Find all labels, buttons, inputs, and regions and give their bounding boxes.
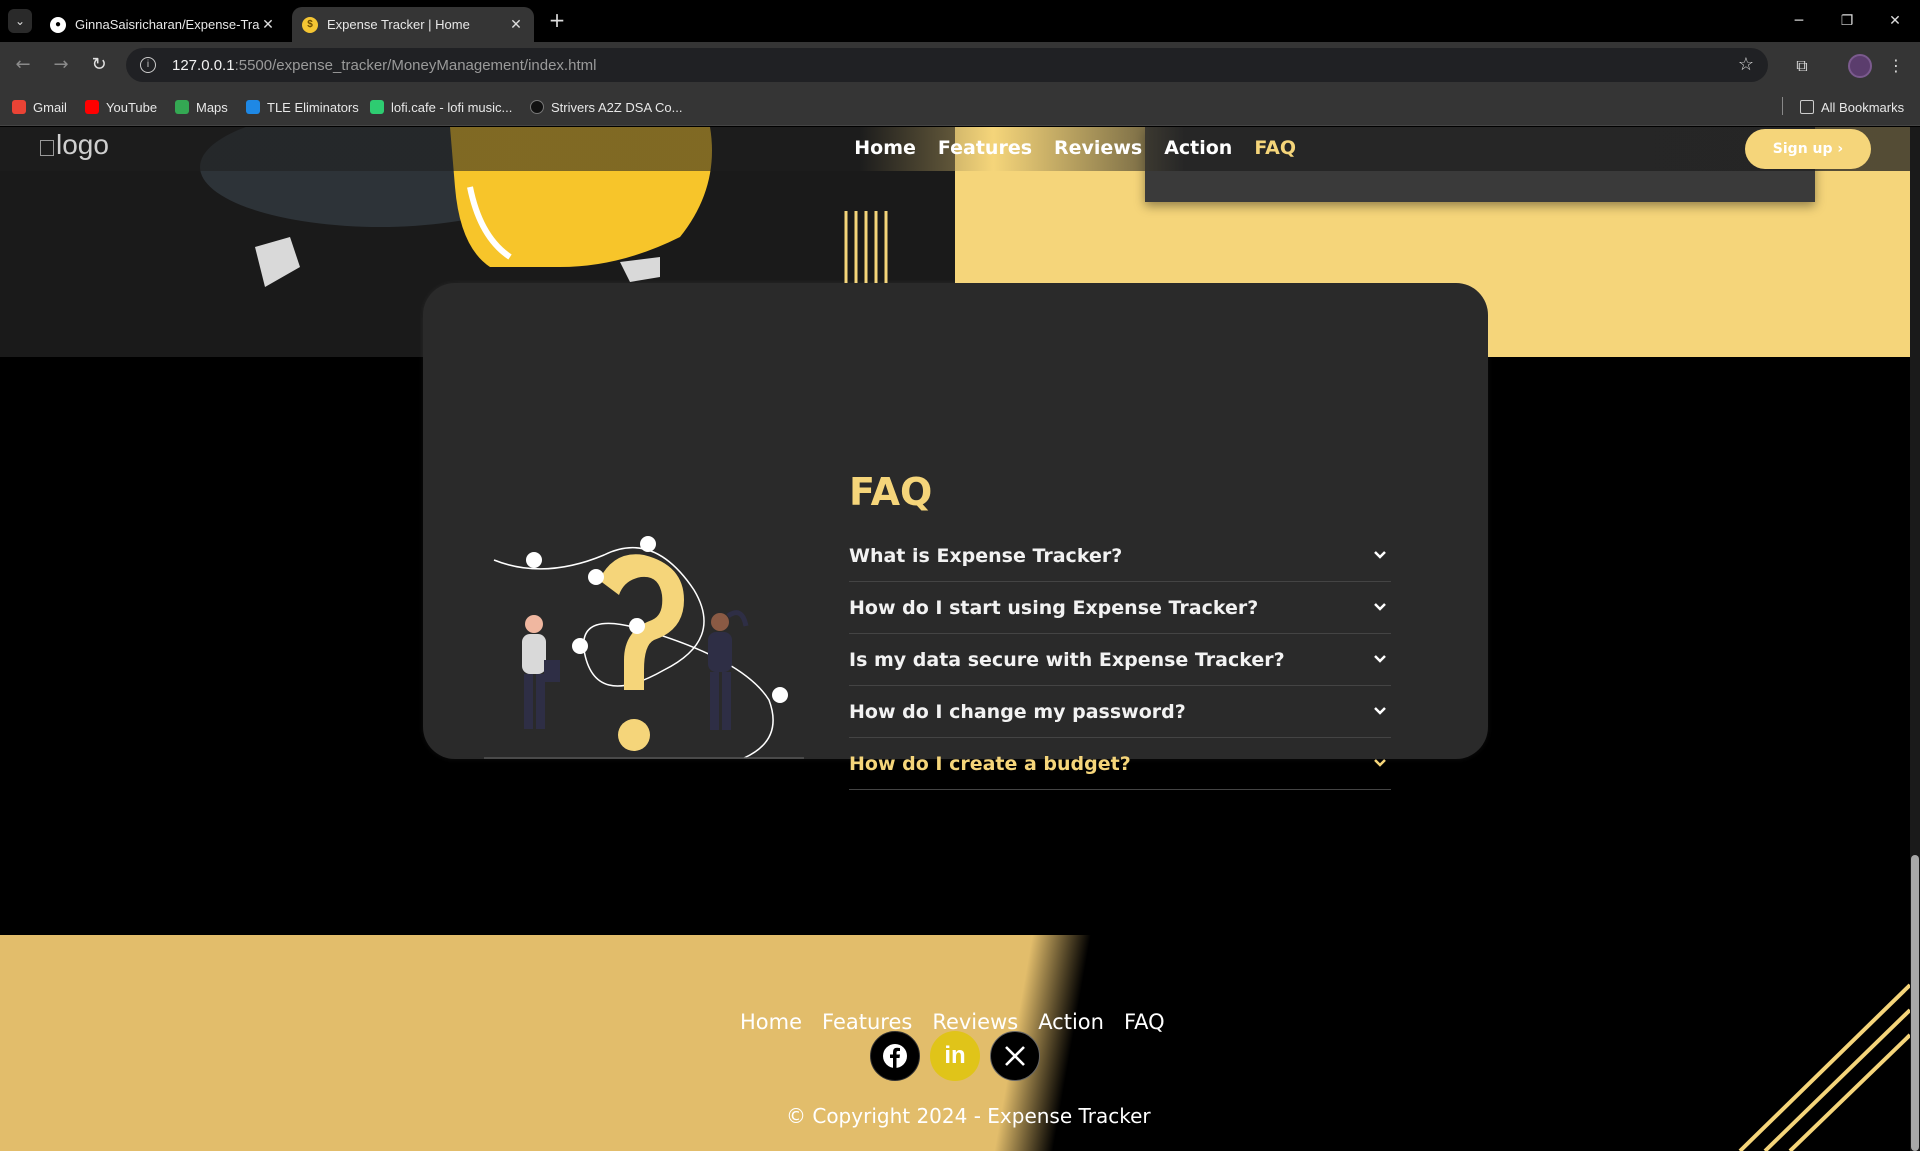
bookmark-lofi[interactable]: lofi.cafe - lofi music... <box>370 97 512 117</box>
site-info-icon[interactable]: i <box>140 57 156 73</box>
all-bookmarks[interactable]: All Bookmarks <box>1800 97 1904 117</box>
footer-link-reviews[interactable]: Reviews <box>932 1010 1018 1034</box>
navbar: logo Home Features Reviews Action FAQ Si… <box>0 127 1910 171</box>
chevron-down-icon <box>1374 707 1386 715</box>
facebook-button[interactable] <box>870 1031 920 1081</box>
youtube-icon <box>85 100 99 114</box>
back-icon[interactable]: ← <box>10 53 36 79</box>
nav-action[interactable]: Action <box>1164 137 1232 159</box>
bookmark-label: lofi.cafe - lofi music... <box>391 99 513 115</box>
chevron-down-icon <box>1374 759 1386 767</box>
extensions-icon[interactable]: ⧉ <box>1790 54 1814 78</box>
footer-link-action[interactable]: Action <box>1038 1010 1104 1034</box>
bookmark-gmail[interactable]: Gmail <box>12 97 67 117</box>
copyright-text: © Copyright 2024 - Expense Tracker <box>786 1104 1151 1128</box>
faq-question: What is Expense Tracker? <box>849 544 1123 567</box>
signup-button[interactable]: Sign up › <box>1745 129 1871 169</box>
faq-title: FAQ <box>849 470 933 514</box>
new-tab-button[interactable]: + <box>546 10 568 32</box>
url-path: :5500/expense_tracker/MoneyManagement/in… <box>234 56 597 74</box>
tab-search-button[interactable]: ⌄ <box>8 9 32 33</box>
linkedin-icon: in <box>944 1042 966 1069</box>
tab-strip: ⌄ ● GinnaSaisricharan/Expense-Trac ✕ $ E… <box>0 0 1920 42</box>
faq-item[interactable]: Is my data secure with Expense Tracker? <box>849 634 1391 686</box>
bookmark-label: TLE Eliminators <box>267 99 359 115</box>
bookmark-youtube[interactable]: YouTube <box>85 97 157 117</box>
menu-icon[interactable]: ⋮ <box>1884 54 1908 78</box>
gmail-icon <box>12 100 26 114</box>
bookmarks-bar: Gmail YouTube Maps TLE Eliminators lofi.… <box>0 88 1920 126</box>
tle-icon <box>246 100 260 114</box>
tab-title: Expense Tracker | Home <box>327 17 470 32</box>
chevron-down-icon <box>1374 655 1386 663</box>
scrollbar-thumb[interactable] <box>1911 855 1919 1151</box>
faq-list: What is Expense Tracker? How do I start … <box>849 530 1391 790</box>
footer-link-home[interactable]: Home <box>740 1010 802 1034</box>
bookmarks-separator <box>1782 97 1783 115</box>
expense-tracker-icon: $ <box>302 16 318 33</box>
restore-icon[interactable]: ❐ <box>1832 8 1862 34</box>
browser-toolbar: ← → ↻ i 127.0.0.1:5500/expense_tracker/M… <box>0 42 1920 88</box>
facebook-icon <box>883 1044 907 1068</box>
tab-expense-tracker[interactable]: $ Expense Tracker | Home ✕ <box>292 7 534 42</box>
nav-links: Home Features Reviews Action FAQ <box>854 137 1296 159</box>
faq-item[interactable]: What is Expense Tracker? <box>849 530 1391 582</box>
tab-github[interactable]: ● GinnaSaisricharan/Expense-Trac ✕ <box>40 7 286 42</box>
faq-question: Is my data secure with Expense Tracker? <box>849 648 1285 671</box>
faq-illustration <box>484 536 804 759</box>
footer-link-faq[interactable]: FAQ <box>1124 1010 1165 1034</box>
maps-icon <box>175 100 189 114</box>
close-icon[interactable]: ✕ <box>260 16 276 33</box>
bookmark-tle[interactable]: TLE Eliminators <box>246 97 359 117</box>
bookmark-label: Gmail <box>33 99 67 115</box>
logo[interactable]: logo <box>40 129 109 161</box>
minimize-icon[interactable]: ─ <box>1784 8 1814 34</box>
nav-features[interactable]: Features <box>938 137 1032 159</box>
profile-avatar[interactable] <box>1848 54 1872 78</box>
reload-icon[interactable]: ↻ <box>86 53 112 79</box>
nav-reviews[interactable]: Reviews <box>1054 137 1142 159</box>
x-icon <box>1005 1046 1025 1066</box>
folder-icon <box>1800 100 1814 114</box>
nav-home[interactable]: Home <box>854 137 916 159</box>
close-window-icon[interactable]: ✕ <box>1880 8 1910 34</box>
faq-item[interactable]: How do I start using Expense Tracker? <box>849 582 1391 634</box>
tab-title: GinnaSaisricharan/Expense-Trac <box>75 17 260 32</box>
bookmark-strivers[interactable]: Strivers A2Z DSA Co... <box>530 97 683 117</box>
forward-icon[interactable]: → <box>48 53 74 79</box>
bookmark-label: Strivers A2Z DSA Co... <box>551 99 683 115</box>
faq-question: How do I change my password? <box>849 700 1186 723</box>
faq-item[interactable]: How do I change my password? <box>849 686 1391 738</box>
footer-links: Home Features Reviews Action FAQ <box>740 1010 1185 1034</box>
bookmark-label: Maps <box>196 99 228 115</box>
chevron-down-icon <box>1374 603 1386 611</box>
bookmark-star-icon[interactable]: ☆ <box>1738 54 1754 75</box>
bookmark-label: YouTube <box>106 99 158 115</box>
github-icon: ● <box>50 16 66 33</box>
faq-question: How do I start using Expense Tracker? <box>849 596 1259 619</box>
broken-image-icon <box>40 140 54 156</box>
logo-alt-text: logo <box>56 129 109 160</box>
person-left <box>522 615 560 729</box>
x-button[interactable] <box>990 1031 1040 1081</box>
bookmark-maps[interactable]: Maps <box>175 97 228 117</box>
linkedin-button[interactable]: in <box>930 1031 980 1081</box>
faq-question: How do I create a budget? <box>849 752 1131 775</box>
faq-item-active[interactable]: How do I create a budget? <box>849 738 1391 790</box>
tuf-icon <box>530 100 544 114</box>
chevron-down-icon <box>1374 551 1386 559</box>
close-icon[interactable]: ✕ <box>508 16 524 33</box>
footer-decorative-lines <box>1738 983 1910 1151</box>
nav-faq[interactable]: FAQ <box>1254 137 1296 159</box>
all-bookmarks-label: All Bookmarks <box>1821 99 1905 115</box>
url-host: 127.0.0.1 <box>172 56 235 74</box>
lofi-icon <box>370 100 384 114</box>
address-bar[interactable]: i 127.0.0.1:5500/expense_tracker/MoneyMa… <box>126 48 1768 82</box>
